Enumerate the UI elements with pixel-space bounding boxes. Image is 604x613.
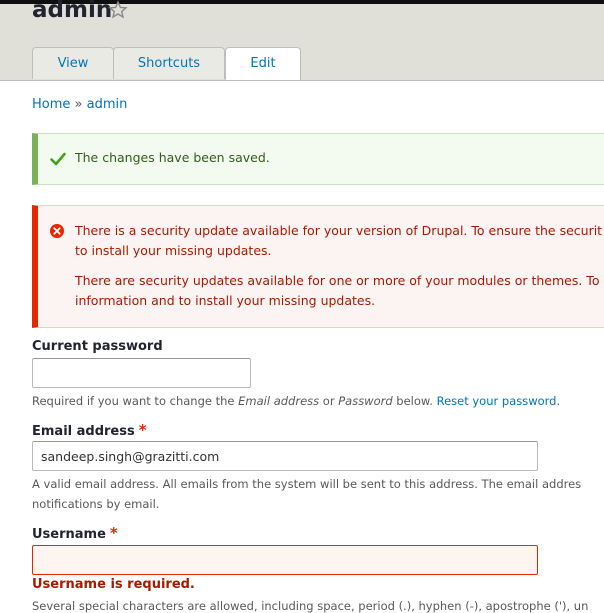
tab-shortcuts[interactable]: Shortcuts (113, 47, 225, 79)
status-message: The changes have been saved. (32, 133, 604, 185)
email-label-text: Email address (32, 424, 135, 439)
desc-password-emphasis: Password (338, 394, 393, 408)
breadcrumb: Home » admin (32, 97, 127, 112)
username-input[interactable] (32, 545, 538, 575)
star-outline-icon[interactable] (108, 0, 128, 22)
email-label: Email address * (32, 421, 147, 439)
error-message-line: to install your missing updates. (75, 243, 272, 258)
desc-text: or (319, 394, 339, 408)
check-icon (50, 152, 66, 166)
username-description: Several special characters are allowed, … (32, 599, 589, 613)
required-marker: * (109, 524, 118, 542)
email-input[interactable] (32, 441, 538, 471)
page-title: admin (32, 0, 113, 23)
error-icon (50, 224, 64, 238)
desc-email-emphasis: Email address (238, 394, 320, 408)
username-label: Username * (32, 524, 118, 542)
tabs-divider (0, 80, 604, 81)
reset-password-link[interactable]: Reset your password (437, 394, 557, 408)
desc-text: Required if you want to change the (32, 394, 239, 408)
current-password-label: Current password (32, 339, 163, 354)
email-description-line: notifications by email. (32, 497, 160, 511)
status-message-text: The changes have been saved. (75, 150, 270, 165)
email-description-line: A valid email address. All emails from t… (32, 477, 582, 491)
required-marker: * (138, 421, 147, 439)
username-label-text: Username (32, 527, 106, 542)
breadcrumb-current-link[interactable]: admin (87, 97, 128, 112)
breadcrumb-separator: » (74, 97, 83, 112)
breadcrumb-home-link[interactable]: Home (32, 97, 70, 112)
error-message-line: There is a security update available for… (75, 223, 603, 238)
error-message-line: information and to install your missing … (75, 293, 376, 308)
tab-edit[interactable]: Edit (225, 47, 301, 81)
desc-text: below. (392, 394, 437, 408)
current-password-input[interactable] (32, 358, 251, 388)
tab-view[interactable]: View (32, 47, 114, 79)
current-password-description: Required if you want to change the Email… (32, 394, 560, 408)
desc-text: . (556, 394, 561, 408)
error-message: There is a security update available for… (32, 205, 604, 328)
username-error-text: Username is required. (32, 577, 195, 592)
error-message-line: There are security updates available for… (75, 273, 600, 288)
